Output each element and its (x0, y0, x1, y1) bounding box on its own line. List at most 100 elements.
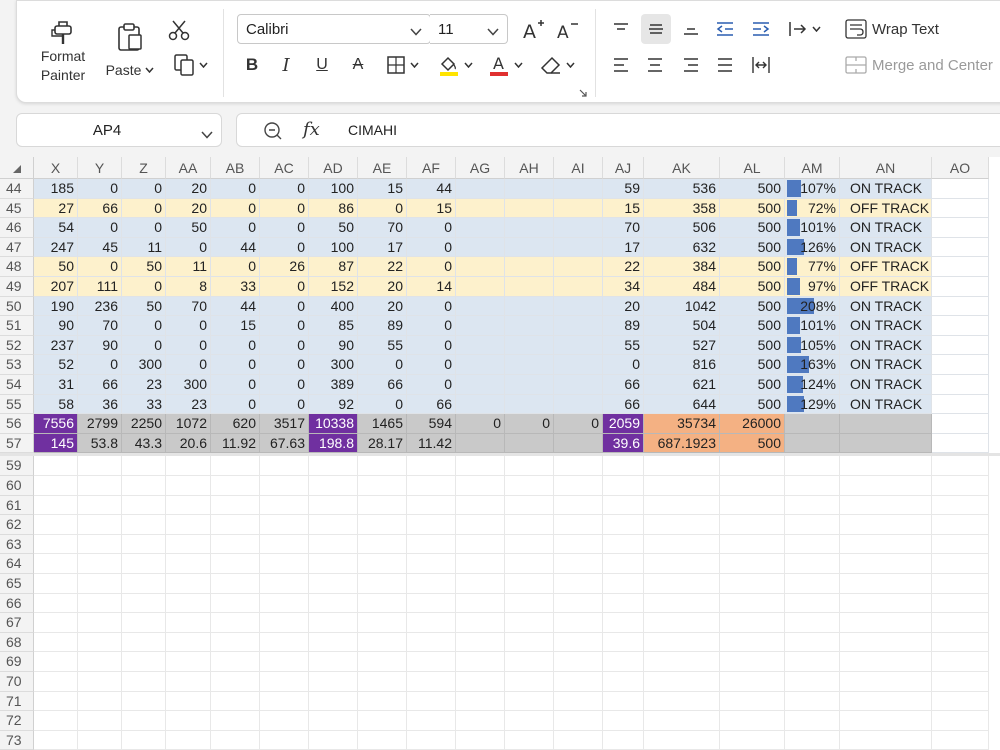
cell-ag50[interactable] (456, 296, 505, 317)
cell-af63[interactable] (407, 534, 456, 555)
cell-z51[interactable]: 0 (122, 316, 166, 336)
strikethrough-button[interactable]: A (345, 51, 371, 79)
cell-ad66[interactable] (309, 593, 358, 614)
cell-ai71[interactable] (554, 691, 603, 712)
cell-aa70[interactable] (166, 672, 211, 692)
cell-ab50[interactable]: 44 (211, 296, 260, 317)
cell-ao72[interactable] (932, 711, 989, 731)
cell-al62[interactable] (720, 515, 785, 535)
cell-z47[interactable]: 11 (122, 237, 166, 258)
cell-y57[interactable]: 53.8 (78, 433, 122, 454)
cell-am53[interactable]: 163% (785, 355, 840, 375)
cell-aa71[interactable] (166, 691, 211, 712)
cell-x71[interactable] (34, 691, 78, 712)
zoom-out-icon[interactable] (263, 121, 283, 144)
cell-x69[interactable] (34, 652, 78, 672)
cell-ai50[interactable] (554, 296, 603, 317)
cell-aj70[interactable] (603, 672, 644, 692)
cell-ag46[interactable] (456, 218, 505, 238)
cell-x44[interactable]: 185 (34, 179, 78, 199)
cell-ae50[interactable]: 20 (358, 296, 407, 317)
cell-x52[interactable]: 237 (34, 335, 78, 356)
cell-ad50[interactable]: 400 (309, 296, 358, 317)
cell-al50[interactable]: 500 (720, 296, 785, 317)
cell-af73[interactable] (407, 730, 456, 750)
row-header-71[interactable]: 71 (0, 691, 34, 712)
cell-z49[interactable]: 0 (122, 277, 166, 297)
cell-x68[interactable] (34, 632, 78, 653)
cell-am50[interactable]: 208% (785, 296, 840, 317)
cell-z46[interactable]: 0 (122, 218, 166, 238)
column-header-x[interactable]: X (34, 157, 78, 179)
cell-z72[interactable] (122, 711, 166, 731)
cell-x63[interactable] (34, 534, 78, 555)
cell-ai62[interactable] (554, 515, 603, 535)
align-middle-button[interactable] (641, 14, 671, 44)
row-header-51[interactable]: 51 (0, 316, 34, 336)
cell-y52[interactable]: 90 (78, 335, 122, 356)
cell-z52[interactable]: 0 (122, 335, 166, 356)
cell-z61[interactable] (122, 495, 166, 516)
cell-al68[interactable] (720, 632, 785, 653)
cell-al51[interactable]: 500 (720, 316, 785, 336)
cell-ab70[interactable] (211, 672, 260, 692)
font-size-select[interactable]: 11 (430, 14, 508, 44)
cell-al67[interactable] (720, 613, 785, 633)
cell-ab54[interactable]: 0 (211, 375, 260, 395)
cell-am59[interactable] (785, 456, 840, 476)
cell-z57[interactable]: 43.3 (122, 433, 166, 454)
cell-ab51[interactable]: 15 (211, 316, 260, 336)
cell-y67[interactable] (78, 613, 122, 633)
cell-af52[interactable]: 0 (407, 335, 456, 356)
cell-ae47[interactable]: 17 (358, 237, 407, 258)
cell-ae65[interactable] (358, 574, 407, 594)
cell-ab66[interactable] (211, 593, 260, 614)
formula-input[interactable]: CIMAHI (348, 122, 397, 138)
cell-an49[interactable]: OFF TRACK (840, 277, 932, 297)
row-header-73[interactable]: 73 (0, 730, 34, 750)
cell-ah57[interactable] (505, 433, 554, 454)
cell-ak50[interactable]: 1042 (644, 296, 720, 317)
cell-ac62[interactable] (260, 515, 309, 535)
cell-z56[interactable]: 2250 (122, 414, 166, 434)
cell-ae66[interactable] (358, 593, 407, 614)
cell-ae64[interactable] (358, 554, 407, 574)
cell-aa49[interactable]: 8 (166, 277, 211, 297)
cell-ao69[interactable] (932, 652, 989, 672)
cell-an73[interactable] (840, 730, 932, 750)
cell-y71[interactable] (78, 691, 122, 712)
cell-aa48[interactable]: 11 (166, 257, 211, 277)
cell-am66[interactable] (785, 593, 840, 614)
cell-al54[interactable]: 500 (720, 375, 785, 395)
cell-aa62[interactable] (166, 515, 211, 535)
cell-af53[interactable]: 0 (407, 355, 456, 375)
cell-am61[interactable] (785, 495, 840, 516)
cell-ae61[interactable] (358, 495, 407, 516)
cell-af71[interactable] (407, 691, 456, 712)
justify-button[interactable] (711, 51, 739, 79)
cell-z71[interactable] (122, 691, 166, 712)
cell-aj67[interactable] (603, 613, 644, 633)
cell-ao73[interactable] (932, 730, 989, 750)
cell-am46[interactable]: 101% (785, 218, 840, 238)
column-header-am[interactable]: AM (785, 157, 840, 179)
cell-al45[interactable]: 500 (720, 198, 785, 219)
cell-ao68[interactable] (932, 632, 989, 653)
cell-ae54[interactable]: 66 (358, 375, 407, 395)
cell-ac72[interactable] (260, 711, 309, 731)
cell-an52[interactable]: ON TRACK (840, 335, 932, 356)
cell-ad72[interactable] (309, 711, 358, 731)
cell-ak71[interactable] (644, 691, 720, 712)
cell-af44[interactable]: 44 (407, 179, 456, 199)
cell-z63[interactable] (122, 534, 166, 555)
cell-ag56[interactable]: 0 (456, 414, 505, 434)
column-header-y[interactable]: Y (78, 157, 122, 179)
cell-ah69[interactable] (505, 652, 554, 672)
cell-am64[interactable] (785, 554, 840, 574)
cell-x47[interactable]: 247 (34, 237, 78, 258)
cell-y68[interactable] (78, 632, 122, 653)
cell-ad63[interactable] (309, 534, 358, 555)
cell-am57[interactable] (785, 433, 840, 454)
cell-am48[interactable]: 77% (785, 257, 840, 277)
cell-ak55[interactable]: 644 (644, 394, 720, 415)
